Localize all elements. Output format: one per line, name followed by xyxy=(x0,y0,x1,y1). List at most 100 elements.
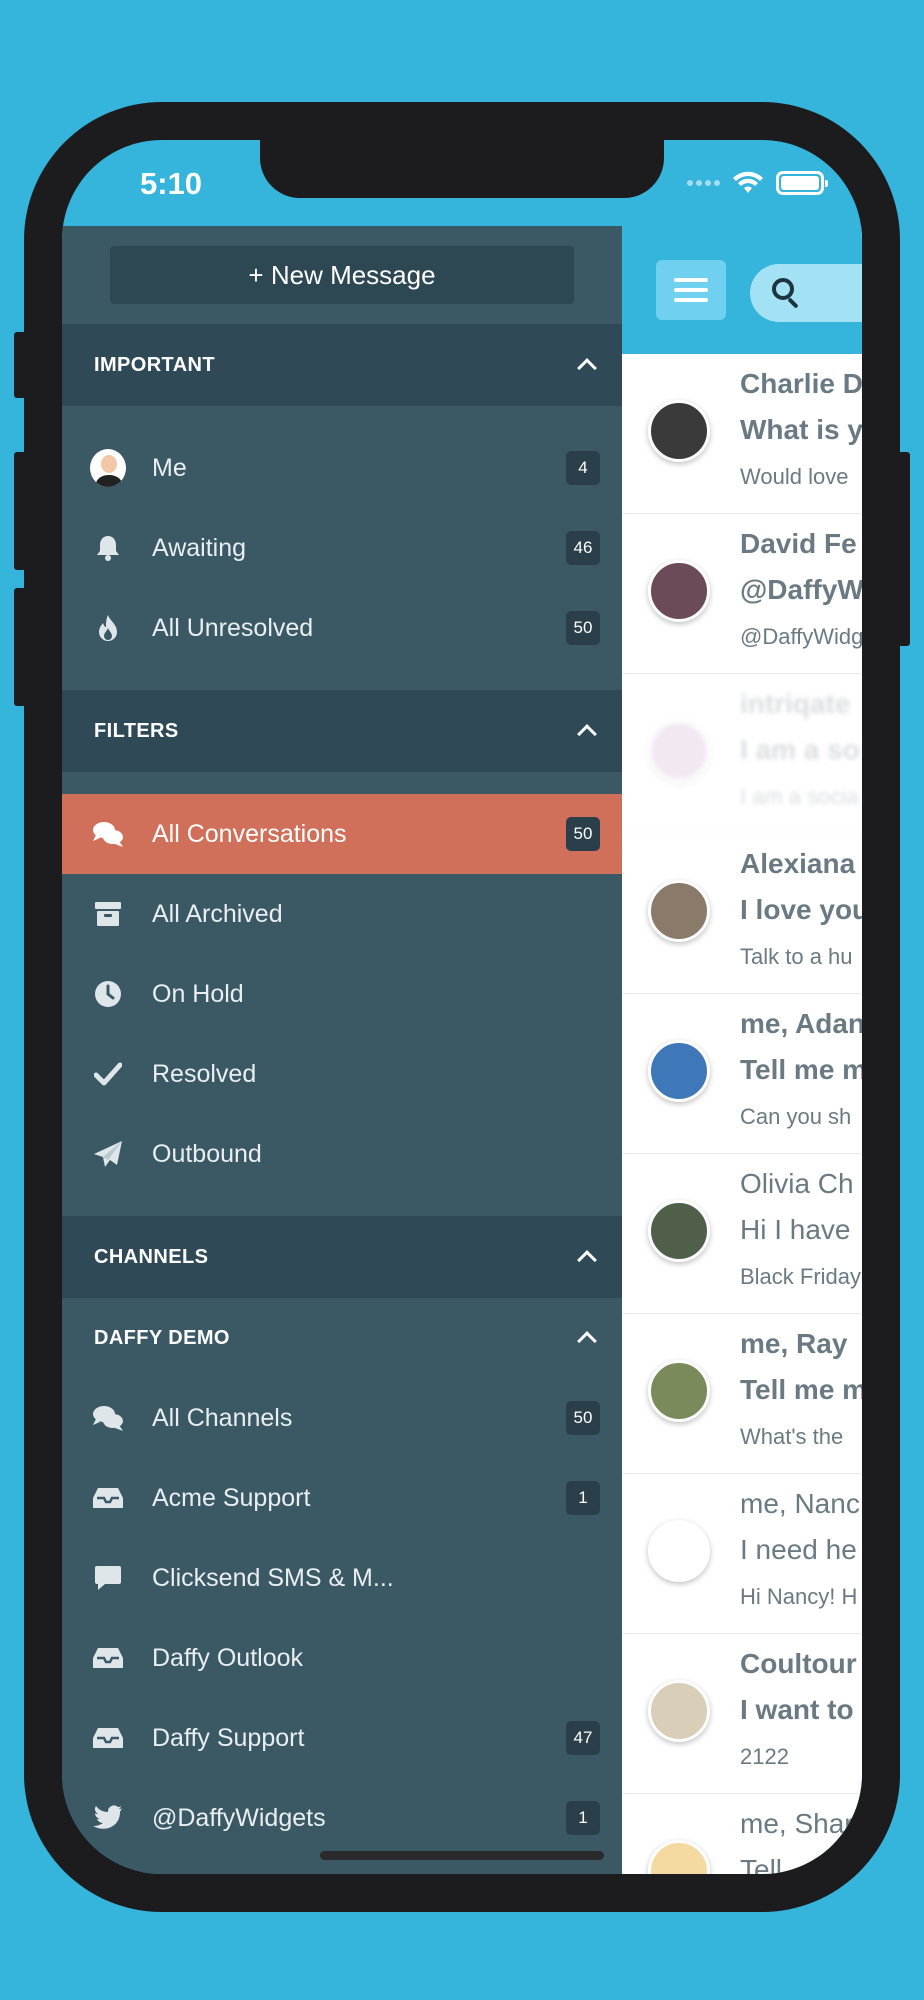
sidebar-item-daffywidgets[interactable]: @DaffyWidgets 1 xyxy=(62,1778,622,1858)
sidebar-item-me[interactable]: Me 4 xyxy=(62,428,622,508)
clock-icon xyxy=(90,976,126,1012)
paper-plane-icon xyxy=(90,1136,126,1172)
conversation-subject: Tell me m xyxy=(740,1374,862,1405)
group-title: DAFFY DEMO xyxy=(94,1326,230,1349)
new-message-button[interactable]: + New Message xyxy=(110,246,574,304)
conversation-subject: I need he xyxy=(740,1534,857,1565)
sidebar-item-label: All Channels xyxy=(152,1403,293,1432)
sidebar-item-daffy-outlook[interactable]: Daffy Outlook xyxy=(62,1618,622,1698)
signal-icon xyxy=(687,180,720,186)
section-important[interactable]: IMPORTANT xyxy=(62,324,622,406)
conversation-subject: Tell me m xyxy=(740,1054,862,1085)
battery-icon xyxy=(776,171,828,195)
avatar xyxy=(648,1840,710,1874)
conversation-row[interactable]: Charlie D What is y Would love xyxy=(622,354,862,514)
avatar xyxy=(648,560,710,622)
status-icons xyxy=(687,170,828,196)
phone-frame: 5:10 + New Message IMPORTANT Me 4 Awaiti… xyxy=(24,102,900,1912)
avatar xyxy=(648,720,710,782)
conversation-name: David Fe xyxy=(740,528,857,559)
conversation-row[interactable]: me, Adan Tell me m Can you sh xyxy=(622,994,862,1154)
sidebar-item-all-conversations[interactable]: All Conversations 50 xyxy=(62,794,622,874)
conversation-row[interactable]: David Fe @DaffyW @DaffyWidg xyxy=(622,514,862,674)
sidebar-item-acme-support[interactable]: Acme Support 1 xyxy=(62,1458,622,1538)
sidebar-item-label: Me xyxy=(152,453,187,482)
sidebar-item-daffy-support[interactable]: Daffy Support 47 xyxy=(62,1698,622,1778)
conversation-name: Charlie D xyxy=(740,368,862,399)
search-input[interactable] xyxy=(750,264,862,322)
sidebar-item-label: Resolved xyxy=(152,1059,257,1088)
wifi-icon xyxy=(733,171,763,193)
conversation-name: me, Nanc xyxy=(740,1488,860,1519)
conversation-subject: Tell xyxy=(740,1854,783,1874)
avatar xyxy=(90,449,126,487)
sidebar-item-label: All Unresolved xyxy=(152,613,314,642)
section-filters[interactable]: FILTERS xyxy=(62,690,622,772)
conversation-subject: I love you xyxy=(740,894,862,925)
inbox-icon xyxy=(90,1480,126,1516)
count-badge: 1 xyxy=(566,1481,600,1515)
avatar xyxy=(648,880,710,942)
conversation-list: Charlie D What is y Would love David Fe @Daf… xyxy=(622,354,862,1874)
conversation-row[interactable]: me, Nanc I need he Hi Nancy! H xyxy=(622,1474,862,1634)
conversation-row[interactable]: intriqate I am a so I am a socia xyxy=(622,674,862,834)
conversation-row[interactable]: me, Shar Tell xyxy=(622,1794,862,1874)
sidebar-item-label: On Hold xyxy=(152,979,244,1008)
section-channels[interactable]: CHANNELS xyxy=(62,1216,622,1298)
home-indicator[interactable] xyxy=(320,1851,604,1860)
sidebar-item-label: Clicksend SMS & M... xyxy=(152,1563,394,1592)
sidebar-item-on-hold[interactable]: On Hold xyxy=(62,954,622,1034)
conversation-preview: Can you sh xyxy=(740,1104,852,1129)
sidebar-item-resolved[interactable]: Resolved xyxy=(62,1034,622,1114)
section-title: IMPORTANT xyxy=(94,353,215,376)
conversation-subject: I am a so xyxy=(740,734,860,765)
count-badge: 4 xyxy=(566,451,600,485)
conversation-row[interactable]: Alexiana I love you Talk to a hu xyxy=(622,834,862,994)
chevron-up-icon xyxy=(577,1331,597,1351)
section-title: FILTERS xyxy=(94,719,179,742)
conversation-name: me, Ray xyxy=(740,1328,848,1359)
top-bar xyxy=(622,226,862,354)
conversation-subject: I want to xyxy=(740,1694,854,1725)
count-badge: 50 xyxy=(566,611,600,645)
conversation-name: intriqate xyxy=(740,688,851,719)
chevron-up-icon xyxy=(577,358,597,378)
conversation-preview: @DaffyWidg xyxy=(740,624,862,649)
sidebar-item-all-unresolved[interactable]: All Unresolved 50 xyxy=(62,588,622,668)
sidebar-item-clicksend[interactable]: Clicksend SMS & M... xyxy=(62,1538,622,1618)
chat-bubbles-icon xyxy=(90,816,126,852)
group-daffy-demo[interactable]: DAFFY DEMO xyxy=(62,1298,622,1378)
conversation-row[interactable]: me, Ray Tell me m What's the xyxy=(622,1314,862,1474)
sidebar-item-label: Daffy Support xyxy=(152,1723,305,1752)
status-time: 5:10 xyxy=(140,166,203,201)
avatar xyxy=(648,1520,710,1582)
sidebar-item-awaiting[interactable]: Awaiting 46 xyxy=(62,508,622,588)
sidebar-item-label: Awaiting xyxy=(152,533,247,562)
sidebar-item-label: All Conversations xyxy=(152,819,347,848)
inbox-icon xyxy=(90,1720,126,1756)
fire-icon xyxy=(90,610,126,646)
conversation-preview: Talk to a hu xyxy=(740,944,853,969)
sidebar-item-outbound[interactable]: Outbound xyxy=(62,1114,622,1194)
conversation-preview: Would love xyxy=(740,464,849,489)
bell-icon xyxy=(90,530,126,566)
avatar xyxy=(648,1200,710,1262)
chat-bubbles-icon xyxy=(90,1400,126,1436)
archive-icon xyxy=(90,896,126,932)
twitter-icon xyxy=(90,1800,126,1836)
conversation-row[interactable]: Coultour I want to 2122 xyxy=(622,1634,862,1794)
conversation-subject: Hi I have xyxy=(740,1214,851,1245)
conversation-row[interactable]: Olivia Ch Hi I have Black Friday xyxy=(622,1154,862,1314)
conversation-preview: Black Friday xyxy=(740,1264,862,1289)
conversation-name: Alexiana xyxy=(740,848,856,879)
sidebar-item-label: Acme Support xyxy=(152,1483,311,1512)
list-menu-button[interactable] xyxy=(656,260,726,320)
conversation-name: me, Shar xyxy=(740,1808,854,1839)
sidebar-item-all-archived[interactable]: All Archived xyxy=(62,874,622,954)
sidebar-item-label: Daffy Outlook xyxy=(152,1643,304,1672)
conversation-preview: Hi Nancy! H xyxy=(740,1584,858,1609)
sidebar-menu: + New Message IMPORTANT Me 4 Awaiting 46 xyxy=(62,226,622,1874)
conversation-preview: What's the xyxy=(740,1424,844,1449)
sidebar-item-label: @DaffyWidgets xyxy=(152,1803,326,1832)
sidebar-item-all-channels[interactable]: All Channels 50 xyxy=(62,1378,622,1458)
